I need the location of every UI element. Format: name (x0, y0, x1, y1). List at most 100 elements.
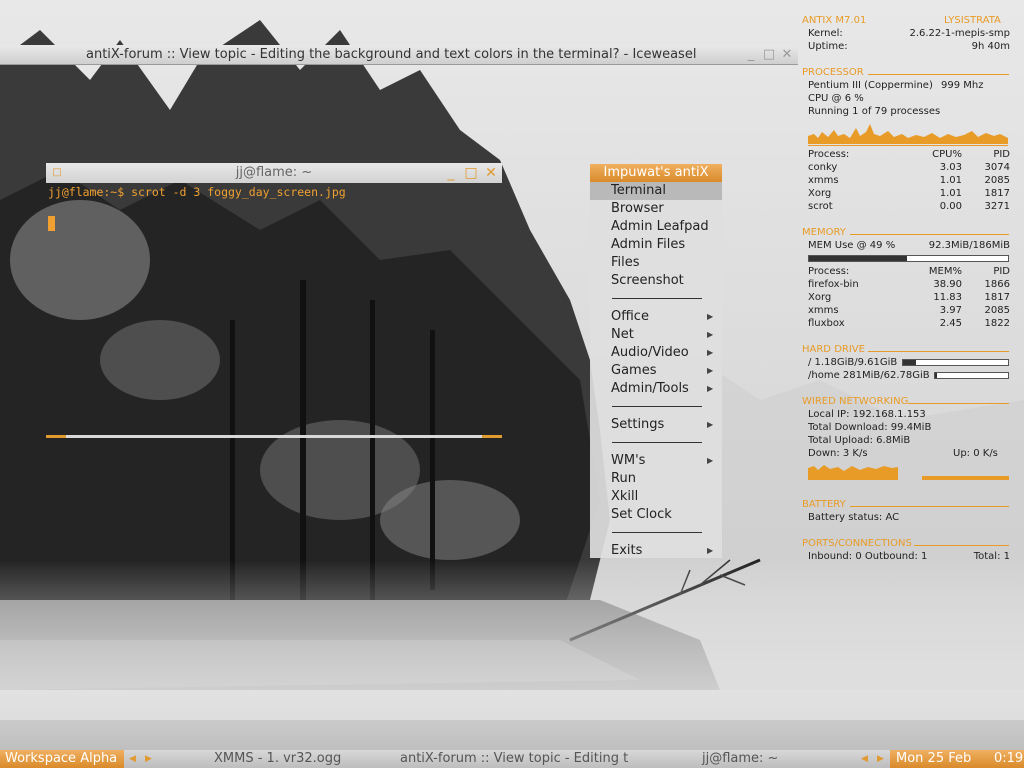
table-header-cell: PID (993, 266, 1010, 277)
terminal-resize-grip-left[interactable] (46, 435, 66, 438)
menu-item-browser[interactable]: Browser (590, 200, 722, 218)
menu-separator (612, 298, 702, 299)
submenu-arrow-icon: ▶ (707, 330, 714, 339)
disk-root: / 1.18GiB/9.61GiB (808, 357, 898, 368)
menu-item-label: Settings (611, 417, 665, 432)
total-download: Total Download: 99.4MiB (808, 422, 932, 433)
submenu-arrow-icon: ▶ (707, 348, 714, 357)
hard-drive-heading: HARD DRIVE (802, 344, 865, 355)
cpu-graph (808, 124, 1008, 144)
memory-heading: MEMORY (802, 227, 846, 238)
submenu-arrow-icon: ▶ (707, 546, 714, 555)
terminal-command-line: jj@flame:~$ scrot -d 3 foggy_day_screen.… (48, 185, 346, 199)
menu-item-label: Net (611, 327, 634, 342)
terminal-close-button[interactable]: ✕ (482, 163, 500, 183)
cpu-name: Pentium III (Coppermine) (808, 80, 933, 91)
mem-use: MEM Use @ 49 % (808, 240, 896, 251)
prev-task-button[interactable]: ◀ (861, 750, 868, 768)
table-cell: 3.97 (939, 305, 962, 316)
menu-item-screenshot[interactable]: Screenshot (590, 272, 722, 290)
menu-item-label: Files (611, 255, 640, 270)
menu-separator (612, 442, 702, 443)
root-menu[interactable]: Impuwat's antiX Terminal Browser Admin Lea… (590, 164, 722, 558)
menu-item-set-clock[interactable]: Set Clock (590, 506, 722, 524)
table-cell: fluxbox (808, 318, 845, 329)
taskbar: Workspace Alpha ◀ ▶ XMMS - 1. vr32.ogg a… (0, 750, 1024, 768)
table-header-cell: Process: (808, 266, 850, 277)
kernel-label: Kernel: (808, 28, 843, 39)
memory-rule (850, 234, 1009, 235)
menu-item-label: Games (611, 363, 657, 378)
menu-item-label: Office (611, 309, 649, 324)
submenu-arrow-icon: ▶ (707, 384, 714, 393)
table-cell: 2085 (984, 175, 1010, 186)
menu-item-audio-video[interactable]: Audio/Video ▶ (590, 344, 722, 362)
terminal-minimize-button[interactable]: _ (442, 163, 460, 183)
table-cell: 38.90 (933, 279, 962, 290)
menu-item-net[interactable]: Net ▶ (590, 326, 722, 344)
menu-item-admin-tools[interactable]: Admin/Tools ▶ (590, 380, 722, 398)
prev-workspace-button[interactable]: ◀ (129, 750, 136, 768)
menu-item-office[interactable]: Office ▶ (590, 308, 722, 326)
desktop[interactable]: antiX-forum :: View topic - Editing the … (0, 0, 1024, 768)
menu-item-label: Terminal (611, 183, 666, 198)
table-header-cell: Process: (808, 149, 850, 160)
menu-item-wm-s[interactable]: WM's ▶ (590, 452, 722, 470)
terminal-maximize-button[interactable]: □ (462, 163, 480, 183)
browser-close-button[interactable]: ✕ (778, 45, 796, 64)
mem-bar-fill (809, 256, 907, 261)
battery-rule (850, 506, 1009, 507)
battery-heading: BATTERY (802, 499, 846, 510)
table-cell: 2.45 (939, 318, 962, 329)
terminal-resize-bar[interactable] (46, 435, 502, 438)
menu-item-games[interactable]: Games ▶ (590, 362, 722, 380)
browser-minimize-button[interactable]: _ (742, 45, 760, 64)
menu-item-run[interactable]: Run (590, 470, 722, 488)
table-cell: Xorg (808, 292, 832, 303)
browser-maximize-button[interactable]: □ (760, 45, 778, 64)
menu-item-files[interactable]: Files (590, 254, 722, 272)
browser-window-titlebar[interactable]: antiX-forum :: View topic - Editing the … (0, 45, 798, 65)
uptime-label: Uptime: (808, 41, 848, 52)
next-workspace-button[interactable]: ▶ (145, 750, 152, 768)
next-task-button[interactable]: ▶ (877, 750, 884, 768)
menu-item-terminal[interactable]: Terminal (590, 182, 722, 200)
distro-name: ANTIX M7.01 (802, 15, 867, 26)
table-cell: Xorg (808, 188, 832, 199)
workspace-name[interactable]: Workspace Alpha (0, 750, 124, 768)
table-cell: xmms (808, 175, 839, 186)
menu-item-label: Exits (611, 543, 643, 558)
ports-inout: Inbound: 0 Outbound: 1 (808, 551, 928, 562)
upload-graph (922, 476, 1009, 480)
menu-item-label: Screenshot (611, 273, 684, 288)
menu-item-label: Set Clock (611, 507, 672, 522)
network-rule (908, 403, 1009, 404)
table-cell: xmms (808, 305, 839, 316)
terminal-titlebar[interactable]: □ jj@flame: ~ _ □ ✕ (46, 163, 502, 183)
table-cell: 2085 (984, 305, 1010, 316)
menu-item-label: Browser (611, 201, 664, 216)
menu-item-xkill[interactable]: Xkill (590, 488, 722, 506)
kernel-value: 2.6.22-1-mepis-smp (909, 28, 1010, 39)
menu-item-admin-files[interactable]: Admin Files (590, 236, 722, 254)
clock[interactable]: Mon 25 Feb 0:19 (890, 750, 1024, 768)
processor-heading: PROCESSOR (802, 67, 864, 78)
terminal-window[interactable]: □ jj@flame: ~ _ □ ✕ jj@flame:~$ scrot -d… (46, 163, 502, 441)
up-rate: Up: 0 K/s (953, 448, 998, 459)
menu-item-label: Admin Leafpad (611, 219, 709, 234)
menu-separator (612, 532, 702, 533)
menu-item-settings[interactable]: Settings ▶ (590, 416, 722, 434)
menu-item-admin-leafpad[interactable]: Admin Leafpad (590, 218, 722, 236)
processor-rule (868, 74, 1009, 75)
terminal-body[interactable]: jj@flame:~$ scrot -d 3 foggy_day_screen.… (46, 183, 502, 433)
table-cell: 3.03 (939, 162, 962, 173)
task-terminal[interactable]: jj@flame: ~ (702, 750, 778, 768)
terminal-resize-grip-right[interactable] (482, 435, 502, 438)
task-xmms[interactable]: XMMS - 1. vr32.ogg (214, 750, 341, 768)
table-header-cell: MEM% (928, 266, 962, 277)
menu-title: Impuwat's antiX (590, 164, 722, 182)
clock-date: Mon 25 Feb (896, 751, 972, 766)
download-graph (808, 465, 898, 480)
task-browser[interactable]: antiX-forum :: View topic - Editing t (400, 750, 628, 768)
menu-item-exits[interactable]: Exits ▶ (590, 542, 722, 560)
